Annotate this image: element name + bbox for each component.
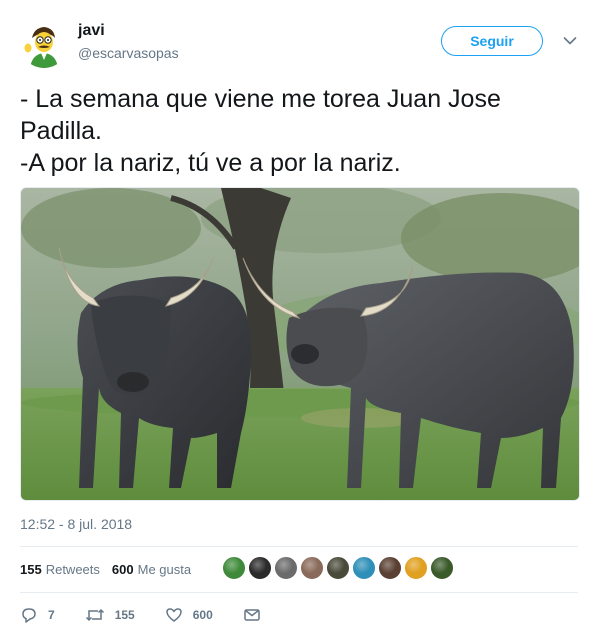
reply-icon	[22, 608, 36, 623]
dm-icon	[244, 609, 260, 621]
direct-message-button[interactable]	[243, 606, 271, 624]
liker-avatar[interactable]	[274, 556, 298, 580]
tweet: javi @escarvasopas Seguir - La semana qu…	[0, 0, 598, 639]
likers-avatars	[222, 556, 456, 582]
chevron-down-icon[interactable]	[563, 36, 577, 46]
tweet-text: - La semana que viene me torea Juan Jose…	[20, 85, 501, 177]
retweets-stat[interactable]: 155 Retweets	[20, 562, 100, 577]
like-count: 600	[192, 608, 213, 622]
liker-avatar[interactable]	[378, 556, 402, 580]
like-button[interactable]: 600	[165, 606, 213, 624]
tweet-actions: 7 155 600	[20, 606, 301, 624]
divider	[20, 546, 578, 547]
divider	[20, 592, 578, 593]
tweet-stats: 155 Retweets 600 Me gusta	[20, 562, 203, 577]
liker-avatar[interactable]	[248, 556, 272, 580]
retweets-count: 155	[20, 562, 42, 577]
retweet-count: 155	[114, 608, 135, 622]
display-name[interactable]: javi	[78, 22, 105, 40]
liker-avatar[interactable]	[430, 556, 454, 580]
liker-avatar[interactable]	[352, 556, 376, 580]
retweet-button[interactable]: 155	[85, 606, 135, 624]
liker-avatar[interactable]	[404, 556, 428, 580]
likes-count: 600	[111, 562, 134, 577]
timestamp[interactable]: 12:52 - 8 jul. 2018	[20, 516, 132, 532]
reply-button[interactable]: 7	[20, 606, 55, 624]
reply-count: 7	[48, 608, 55, 622]
like-icon	[165, 608, 182, 622]
liker-avatar[interactable]	[222, 556, 246, 580]
liker-avatar[interactable]	[326, 556, 350, 580]
user-handle[interactable]: @escarvasopas	[78, 45, 179, 61]
avatar[interactable]	[20, 20, 68, 68]
likes-label: Me gusta	[137, 562, 192, 577]
likes-stat[interactable]: 600 Me gusta	[112, 562, 191, 577]
follow-button[interactable]: Seguir	[441, 26, 543, 56]
liker-avatar[interactable]	[300, 556, 324, 580]
tweet-photo[interactable]	[20, 187, 580, 501]
retweet-icon	[85, 608, 104, 622]
retweets-label: Retweets	[45, 562, 100, 577]
